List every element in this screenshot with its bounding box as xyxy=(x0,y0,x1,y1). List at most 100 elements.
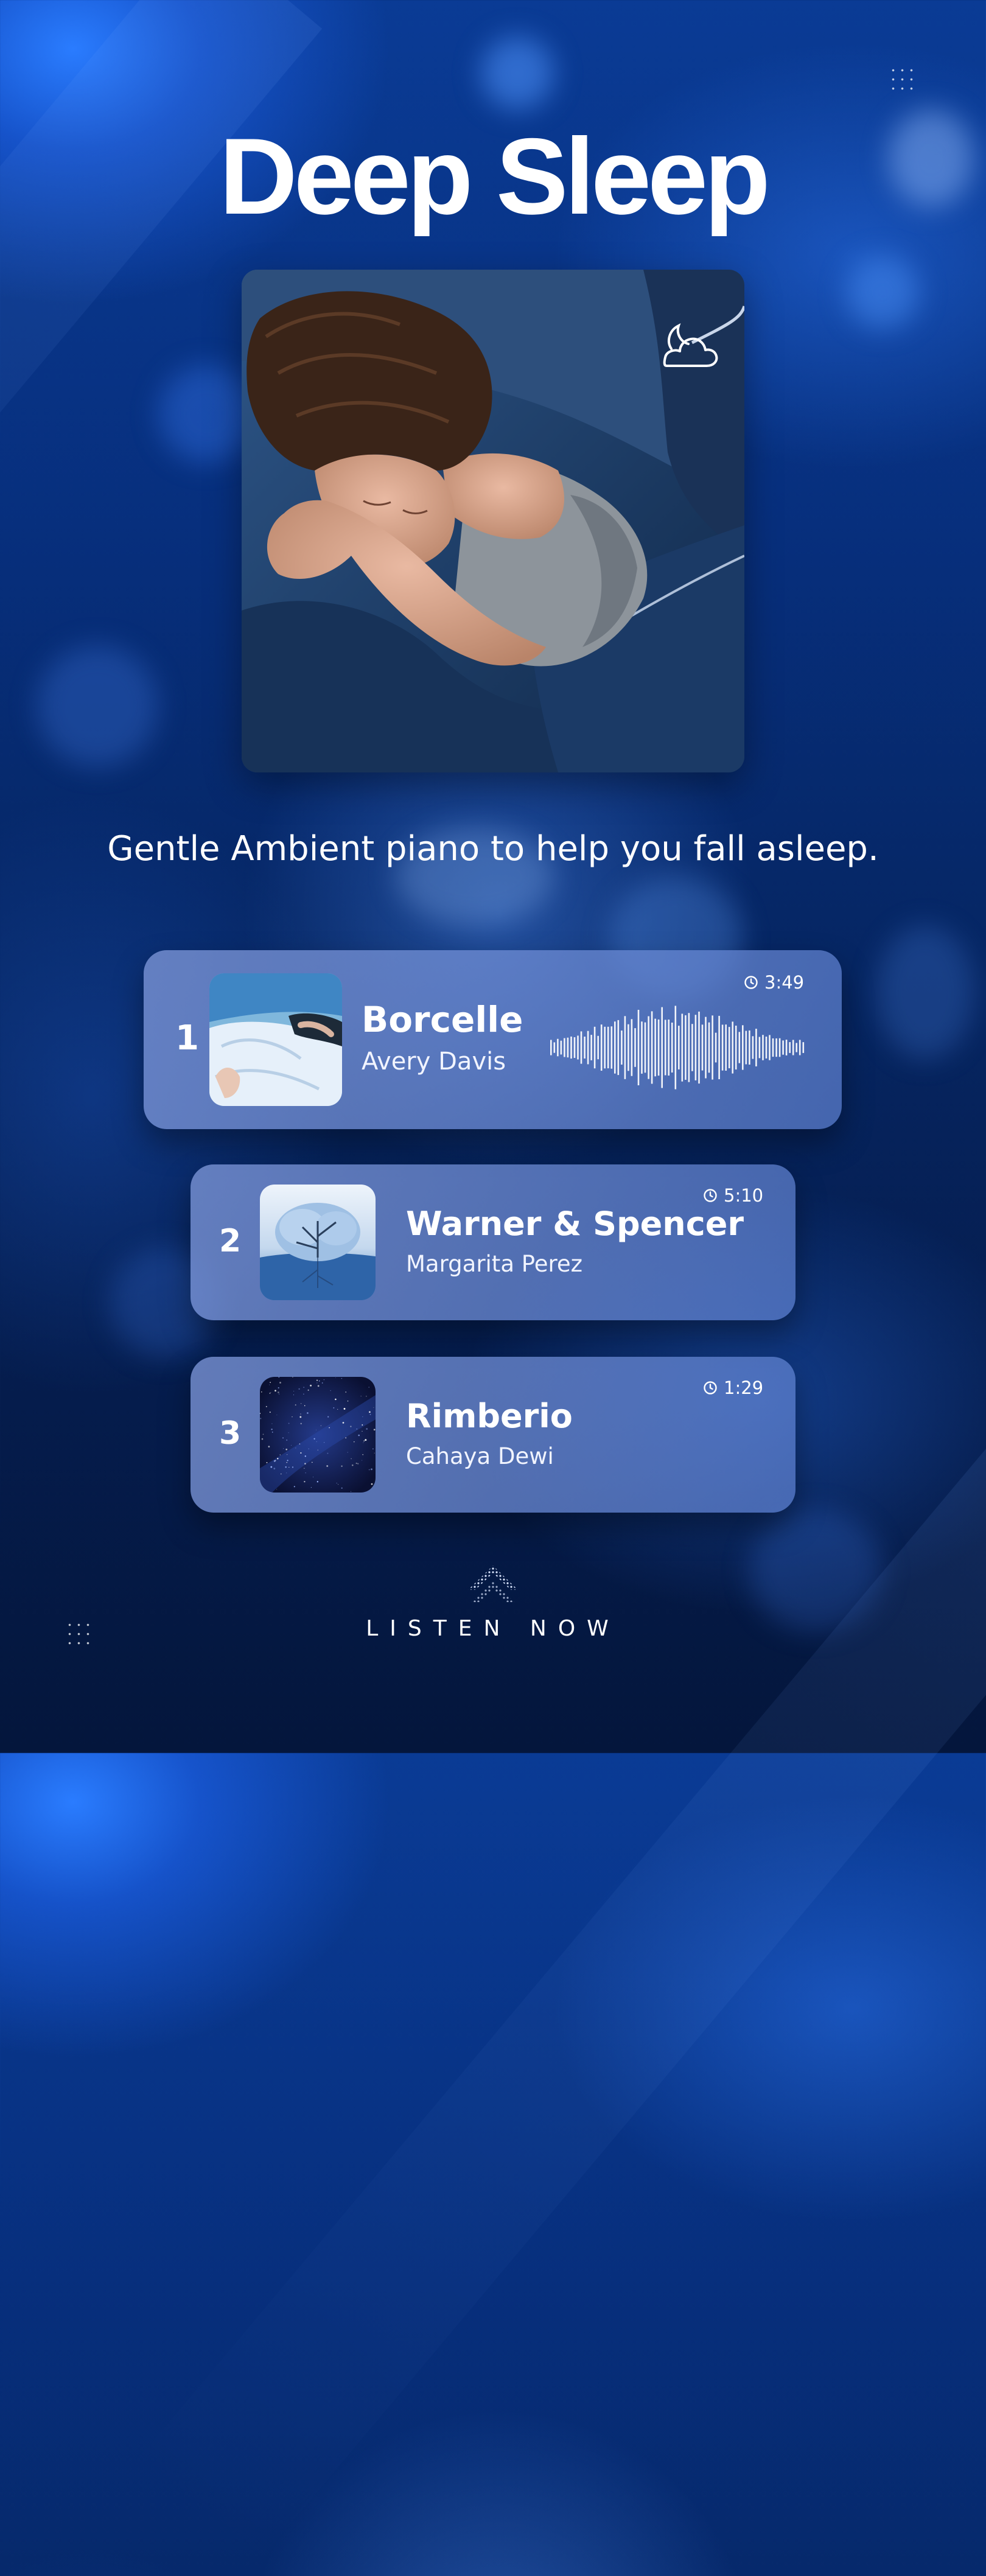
waveform-bar xyxy=(715,1032,717,1063)
star xyxy=(356,1428,358,1430)
waveform-bar xyxy=(607,1026,609,1069)
clock-icon xyxy=(704,1189,717,1202)
star xyxy=(362,1454,363,1455)
waveform-bar xyxy=(732,1021,733,1074)
track-duration: 1:29 xyxy=(703,1377,763,1398)
star xyxy=(282,1437,284,1439)
star xyxy=(304,1405,306,1407)
star xyxy=(310,1384,312,1387)
waveform-bar xyxy=(637,1010,640,1085)
star xyxy=(366,1428,368,1430)
track-card-2[interactable]: 2 Warner & Spencer Margarita Perez 5:10 xyxy=(191,1164,795,1320)
track-card-3[interactable]: 3 Rimberio Cahaya Dewi 1:29 xyxy=(191,1357,795,1513)
waveform-bar xyxy=(691,1024,693,1071)
track-duration: 5:10 xyxy=(703,1185,763,1206)
star xyxy=(352,1464,354,1466)
waveform-bar xyxy=(792,1040,794,1055)
star xyxy=(373,1407,374,1408)
star xyxy=(261,1438,264,1440)
star xyxy=(362,1416,363,1418)
waveform-bar xyxy=(705,1017,707,1079)
track-duration-text: 3:49 xyxy=(764,972,805,993)
waveform-bar xyxy=(721,1024,724,1071)
star xyxy=(304,1455,307,1457)
star xyxy=(316,1379,318,1381)
star xyxy=(300,1413,301,1415)
waveform-bar xyxy=(802,1042,805,1053)
star xyxy=(266,1462,268,1463)
star xyxy=(292,1466,294,1468)
waveform-bar xyxy=(651,1011,653,1084)
clock-icon xyxy=(704,1381,717,1395)
star xyxy=(271,1431,273,1433)
star xyxy=(268,1446,270,1447)
star xyxy=(288,1423,290,1424)
star xyxy=(313,1438,315,1440)
star xyxy=(358,1434,360,1437)
star xyxy=(269,1412,271,1413)
star xyxy=(274,1460,276,1461)
waveform-bar xyxy=(678,1026,680,1069)
waveform-bar xyxy=(769,1035,771,1060)
waveform-bar xyxy=(712,1015,713,1080)
star xyxy=(375,1378,376,1379)
listen-now-button[interactable]: LISTEN NOW xyxy=(0,1616,986,1641)
star xyxy=(341,1487,343,1489)
waveform-bar xyxy=(567,1037,569,1058)
track-number: 2 xyxy=(219,1223,242,1259)
audio-waveform xyxy=(550,1006,805,1090)
waveform-bar xyxy=(570,1036,572,1059)
track-card-1[interactable]: 1 Borcelle Avery Davis 3:49 xyxy=(144,950,842,1129)
star xyxy=(285,1466,287,1468)
star xyxy=(278,1391,279,1393)
star xyxy=(304,1463,306,1465)
star xyxy=(286,1461,287,1463)
star xyxy=(265,1405,267,1407)
star xyxy=(363,1440,365,1442)
dot-grid-icon xyxy=(889,66,917,94)
star xyxy=(335,1377,336,1378)
waveform-bar xyxy=(775,1038,777,1057)
starry-sky-image xyxy=(260,1377,376,1493)
star xyxy=(341,1377,343,1379)
star xyxy=(374,1452,375,1454)
star xyxy=(333,1407,335,1409)
chevron-up-icon[interactable] xyxy=(466,1563,520,1607)
bokeh-light xyxy=(37,645,158,767)
waveform-bar xyxy=(799,1040,801,1055)
star xyxy=(321,1382,323,1384)
star xyxy=(371,1468,372,1471)
waveform-bar xyxy=(758,1037,761,1059)
star xyxy=(260,1418,262,1419)
waveform-bar xyxy=(560,1040,562,1055)
star xyxy=(285,1448,288,1451)
track-title: Warner & Spencer xyxy=(406,1205,744,1243)
waveform-bar xyxy=(661,1007,663,1088)
waveform-bar xyxy=(557,1038,559,1057)
star xyxy=(347,1400,349,1402)
bokeh-light xyxy=(846,256,919,329)
star xyxy=(343,1407,346,1410)
waveform-bar xyxy=(553,1042,556,1053)
star xyxy=(298,1388,300,1390)
track-duration: 3:49 xyxy=(744,972,804,993)
star xyxy=(368,1387,369,1388)
star xyxy=(318,1380,320,1382)
waveform-bar xyxy=(738,1032,741,1063)
bokeh-light xyxy=(749,1510,883,1631)
star xyxy=(278,1387,279,1389)
waveform-bar xyxy=(664,1020,666,1076)
star xyxy=(304,1480,306,1483)
waveform-bar xyxy=(550,1040,552,1055)
waveform-bar xyxy=(634,1028,636,1067)
waveform-bar xyxy=(564,1038,565,1057)
waveform-bar xyxy=(718,1015,720,1079)
star xyxy=(357,1463,359,1465)
star xyxy=(279,1382,281,1384)
waveform-bar xyxy=(628,1024,629,1071)
waveform-bar xyxy=(621,1031,623,1065)
waveform-bar xyxy=(668,1020,670,1076)
star xyxy=(270,1391,271,1393)
track-title: Borcelle xyxy=(362,999,523,1040)
frozen-tree-image xyxy=(260,1185,376,1300)
